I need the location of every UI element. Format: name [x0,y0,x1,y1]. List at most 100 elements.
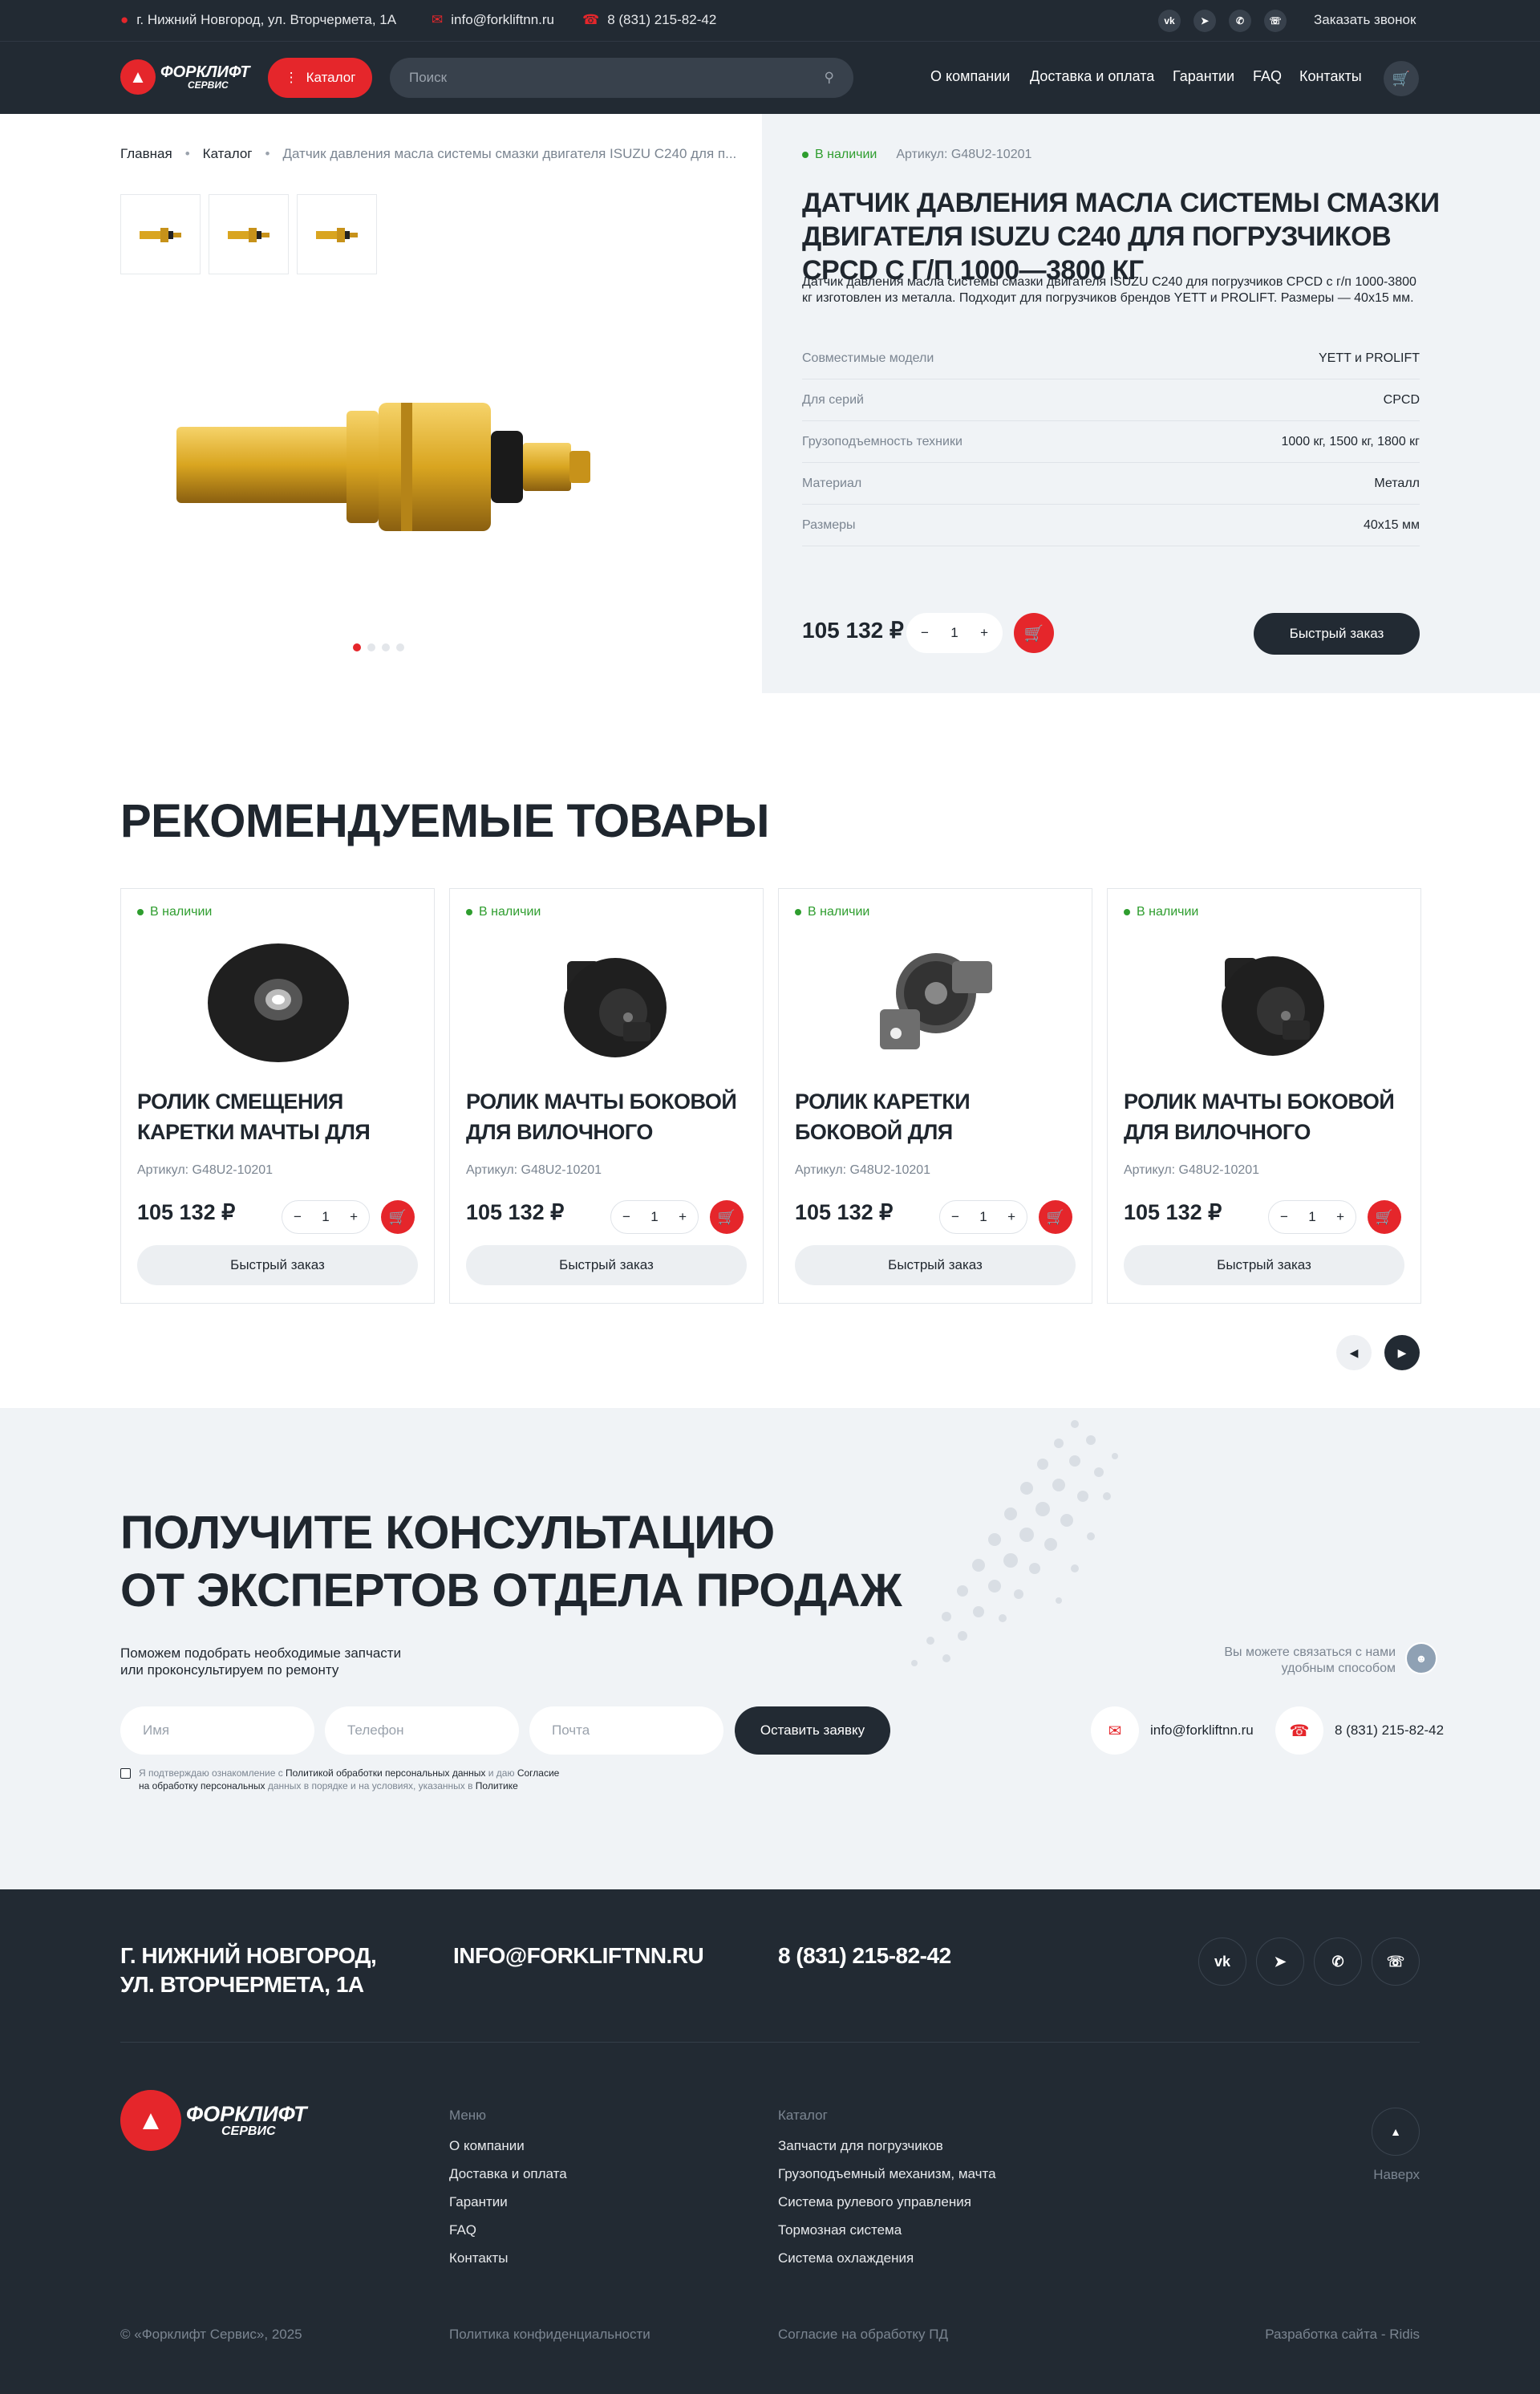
plus-icon[interactable]: + [980,625,988,641]
whatsapp-icon[interactable]: ✆ [1229,10,1251,32]
plus-icon[interactable]: + [1336,1209,1344,1225]
phone-link[interactable]: ☎ 8 (831) 215-82-42 [582,12,716,28]
phone-field[interactable]: Телефон [325,1706,519,1755]
contact-note: Вы можете связаться с нами удобным спосо… [1171,1645,1396,1677]
quantity-stepper[interactable]: − 1 + [1268,1200,1356,1234]
search-icon[interactable]: ⚲ [825,70,834,86]
nav-about[interactable]: О компании [930,68,1010,85]
consult-phone-link[interactable]: ☎ 8 (831) 215-82-42 [1275,1706,1444,1755]
telegram-icon[interactable]: ➤ [1256,1938,1304,1986]
quantity-stepper[interactable]: − 1 + [906,613,1003,653]
product-card[interactable]: В наличии Ролик мачты боковой для вилочн… [1107,888,1421,1304]
minus-icon[interactable]: − [294,1209,302,1225]
viber-icon[interactable]: ☏ [1372,1938,1420,1986]
quantity-stepper[interactable]: − 1 + [610,1200,699,1234]
consent-link[interactable]: Согласие на обработку ПД [778,2327,948,2343]
plus-icon[interactable]: + [679,1209,687,1225]
thumbnail-1[interactable] [120,194,201,274]
slide-dot-1[interactable] [353,643,361,651]
viber-icon[interactable]: ☏ [1264,10,1287,32]
privacy-link[interactable]: Политика конфиденциальности [449,2327,650,2343]
minus-icon[interactable]: − [951,1209,959,1225]
name-field[interactable]: Имя [120,1706,314,1755]
back-to-top-label[interactable]: Наверх [1367,2167,1420,2183]
footer-catalog-link[interactable]: Система рулевого управления [778,2194,996,2210]
quick-order-button[interactable]: Быстрый заказ [795,1245,1076,1285]
quantity-stepper[interactable]: − 1 + [282,1200,370,1234]
callback-link[interactable]: Заказать звонок [1314,12,1416,28]
minus-icon[interactable]: − [622,1209,630,1225]
plus-icon[interactable]: + [1007,1209,1015,1225]
minus-icon[interactable]: − [921,625,929,641]
add-to-cart-button[interactable]: 🛒 [1014,613,1054,653]
quick-order-button[interactable]: Быстрый заказ [466,1245,747,1285]
slide-dot-4[interactable] [396,643,404,651]
quick-order-button[interactable]: Быстрый заказ [137,1245,418,1285]
logo[interactable]: ▲ ФОРКЛИФТ СЕРВИС [120,59,250,95]
breadcrumb-home[interactable]: Главная [120,146,172,162]
quick-order-button[interactable]: Быстрый заказ [1254,613,1420,655]
back-to-top-button[interactable]: ▲ [1372,2108,1420,2156]
footer-menu-link[interactable]: Гарантии [449,2194,567,2210]
product-card[interactable]: В наличии Ролик каретки боковой для вило… [778,888,1092,1304]
footer-catalog-link[interactable]: Тормозная система [778,2222,996,2238]
nav-faq[interactable]: FAQ [1253,68,1282,85]
developer-link[interactable]: Разработка сайта - Ridis [1259,2327,1420,2343]
minus-icon[interactable]: − [1280,1209,1288,1225]
submit-request-button[interactable]: Оставить заявку [735,1706,890,1755]
footer-catalog-link[interactable]: Запчасти для погрузчиков [778,2138,996,2154]
carousel-prev-button[interactable]: ◀ [1336,1335,1372,1370]
product-image [208,943,349,1062]
add-to-cart-button[interactable]: 🛒 [710,1200,744,1234]
email-field[interactable]: Почта [529,1706,723,1755]
thumbnail-2[interactable] [209,194,289,274]
footer-logo[interactable]: ▲ ФОРКЛИФТ СЕРВИС [120,2090,307,2151]
footer-menu-link[interactable]: Доставка и оплата [449,2166,567,2182]
product-name[interactable]: Ролик мачты боковой для вилочного погруз… [1124,1086,1406,1150]
consent-checkbox[interactable] [120,1768,131,1779]
nav-warranty[interactable]: Гарантии [1173,68,1234,85]
quick-order-button[interactable]: Быстрый заказ [1124,1245,1404,1285]
email-text: info@forkliftnn.ru [451,12,555,27]
slide-dot-2[interactable] [367,643,375,651]
product-card[interactable]: В наличии Ролик смещения каретки мачты д… [120,888,435,1304]
vk-icon[interactable]: vk [1158,10,1181,32]
footer-menu-link[interactable]: О компании [449,2138,567,2154]
footer-phone[interactable]: 8 (831) 215-82-42 [778,1942,951,1970]
footer-menu-link[interactable]: FAQ [449,2222,567,2238]
policy-link[interactable]: Политике [476,1780,518,1791]
logo-bottom-text: СЕРВИС [221,2124,276,2138]
search-input[interactable]: Поиск ⚲ [390,58,853,98]
add-to-cart-button[interactable]: 🛒 [381,1200,415,1234]
product-name[interactable]: Ролик каретки боковой для вилочного погр… [795,1086,1077,1150]
nav-delivery[interactable]: Доставка и оплата [1030,68,1154,85]
footer-catalog-link[interactable]: Система охлаждения [778,2250,996,2266]
catalog-button[interactable]: ⋮ Каталог [268,58,372,98]
add-to-cart-button[interactable]: 🛒 [1039,1200,1072,1234]
footer-email[interactable]: info@forkliftnn.ru [453,1942,704,1970]
product-name[interactable]: Ролик смещения каретки мачты для вилочно… [137,1086,419,1150]
consult-email-link[interactable]: ✉ info@forkliftnn.ru [1091,1706,1254,1755]
consent-link[interactable]: Согласие [517,1767,560,1779]
slide-dot-3[interactable] [382,643,390,651]
carousel-next-button[interactable]: ▶ [1384,1335,1420,1370]
nav-contacts[interactable]: Контакты [1299,68,1362,85]
quantity-stepper[interactable]: − 1 + [939,1200,1027,1234]
cart-button[interactable]: 🛒 [1384,61,1419,96]
product-card[interactable]: В наличии Ролик мачты боковой для вилочн… [449,888,764,1304]
footer-menu-link[interactable]: Контакты [449,2250,567,2266]
breadcrumb-catalog[interactable]: Каталог [203,146,253,162]
email-link[interactable]: ✉ info@forkliftnn.ru [432,12,554,28]
plus-icon[interactable]: + [350,1209,358,1225]
privacy-policy-link[interactable]: Политикой обработки персональных данных [286,1767,485,1779]
footer-catalog-link[interactable]: Грузоподъемный механизм, мачта [778,2166,996,2182]
consultation-subtitle-line2: или проконсультируем по ремонту [120,1662,339,1678]
phone-icon: ☎ [582,12,600,27]
footer-address-line1: г. Нижний Новгород, [120,1943,377,1968]
add-to-cart-button[interactable]: 🛒 [1368,1200,1401,1234]
product-name[interactable]: Ролик мачты боковой для вилочного погруз… [466,1086,748,1150]
thumbnail-3[interactable] [297,194,377,274]
vk-icon[interactable]: vk [1198,1938,1246,1986]
whatsapp-icon[interactable]: ✆ [1314,1938,1362,1986]
telegram-icon[interactable]: ➤ [1194,10,1216,32]
